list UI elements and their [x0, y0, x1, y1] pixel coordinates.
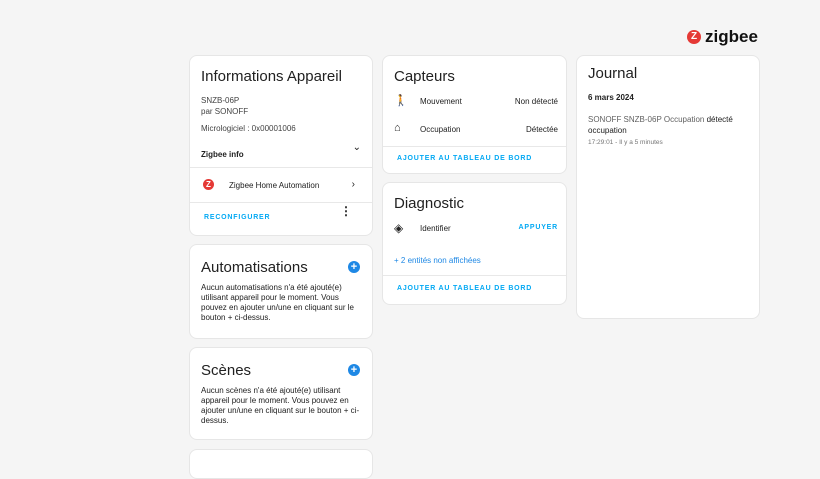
zha-logo-icon: Z	[203, 179, 214, 190]
sensor-row-occupation[interactable]: ⌂ Occupation Détectée	[394, 122, 558, 138]
sensor-value: Non détecté	[514, 97, 558, 106]
reconfigure-button[interactable]: RECONFIGURER	[204, 214, 270, 221]
identify-label: Identifier	[420, 224, 451, 233]
zigbee-info-toggle[interactable]: Zigbee info ⌄	[201, 142, 361, 159]
journal-entry-entity: SONOFF SNZB-06P Occupation	[588, 115, 705, 124]
automations-description: Aucun automatisations n'a été ajouté(e) …	[201, 283, 354, 322]
scenes-description: Aucun scènes n'a été ajouté(e) utilisant…	[201, 386, 360, 425]
scenes-card: Scènes + Aucun scènes n'a été ajouté(e) …	[189, 347, 373, 440]
diagnostic-title: Diagnostic	[394, 195, 465, 212]
device-manufacturer: par SONOFF	[201, 107, 249, 116]
integration-row[interactable]: Z Zigbee Home Automation ›	[201, 179, 361, 193]
zigbee-info-label: Zigbee info	[201, 150, 244, 159]
next-card	[189, 449, 373, 479]
identify-row: ◈ Identifier APPUYER	[394, 221, 558, 237]
automations-title: Automatisations	[201, 259, 308, 276]
journal-card: Journal 6 mars 2024 SONOFF SNZB-06P Occu…	[576, 55, 760, 319]
press-button[interactable]: APPUYER	[519, 224, 558, 231]
diagnostic-add-dashboard-button[interactable]: AJOUTER AU TABLEAU DE BORD	[397, 285, 532, 292]
zigbee-wordmark: zigbee	[705, 27, 758, 46]
journal-date: 6 mars 2024	[588, 93, 634, 102]
sensor-label: Mouvement	[420, 97, 462, 106]
sensors-title: Capteurs	[394, 68, 455, 85]
automations-card: Automatisations + Aucun automatisations …	[189, 244, 373, 339]
identify-icon: ◈	[394, 221, 404, 235]
sensors-add-dashboard-button[interactable]: AJOUTER AU TABLEAU DE BORD	[397, 155, 532, 162]
add-scene-button[interactable]: +	[348, 364, 360, 376]
sensor-value: Détectée	[525, 125, 558, 134]
journal-entry-time: 17:29:01 - Il y a 5 minutes	[588, 139, 663, 146]
journal-title: Journal	[588, 65, 638, 82]
sensor-row-motion[interactable]: 🚶 Mouvement Non détecté	[394, 95, 558, 110]
journal-entry[interactable]: SONOFF SNZB-06P Occupation détecté occup…	[588, 114, 748, 136]
add-automation-button[interactable]: +	[348, 261, 360, 273]
sensors-card: Capteurs 🚶 Mouvement Non détecté ⌂ Occup…	[382, 55, 567, 174]
hidden-entities-link[interactable]: + 2 entités non affichées	[394, 256, 481, 265]
scenes-title: Scènes	[201, 362, 252, 379]
device-firmware: Micrologiciel : 0x00001006	[201, 124, 296, 133]
device-info-card: Informations Appareil SNZB-06P par SONOF…	[189, 55, 373, 236]
zigbee-icon: Z	[687, 30, 701, 44]
sensor-label: Occupation	[420, 125, 461, 134]
chevron-right-icon: ›	[351, 179, 355, 190]
diagnostic-card: Diagnostic ◈ Identifier APPUYER + 2 enti…	[382, 182, 567, 305]
device-info-title: Informations Appareil	[201, 68, 342, 85]
device-model: SNZB-06P	[201, 96, 240, 105]
home-icon: ⌂	[394, 122, 401, 134]
more-options-icon[interactable]: ⋮	[340, 205, 352, 217]
integration-label: Zigbee Home Automation	[229, 181, 320, 190]
chevron-down-icon: ⌄	[352, 142, 361, 153]
motion-icon: 🚶	[394, 95, 408, 107]
zigbee-logo: Z zigbee	[687, 27, 758, 47]
